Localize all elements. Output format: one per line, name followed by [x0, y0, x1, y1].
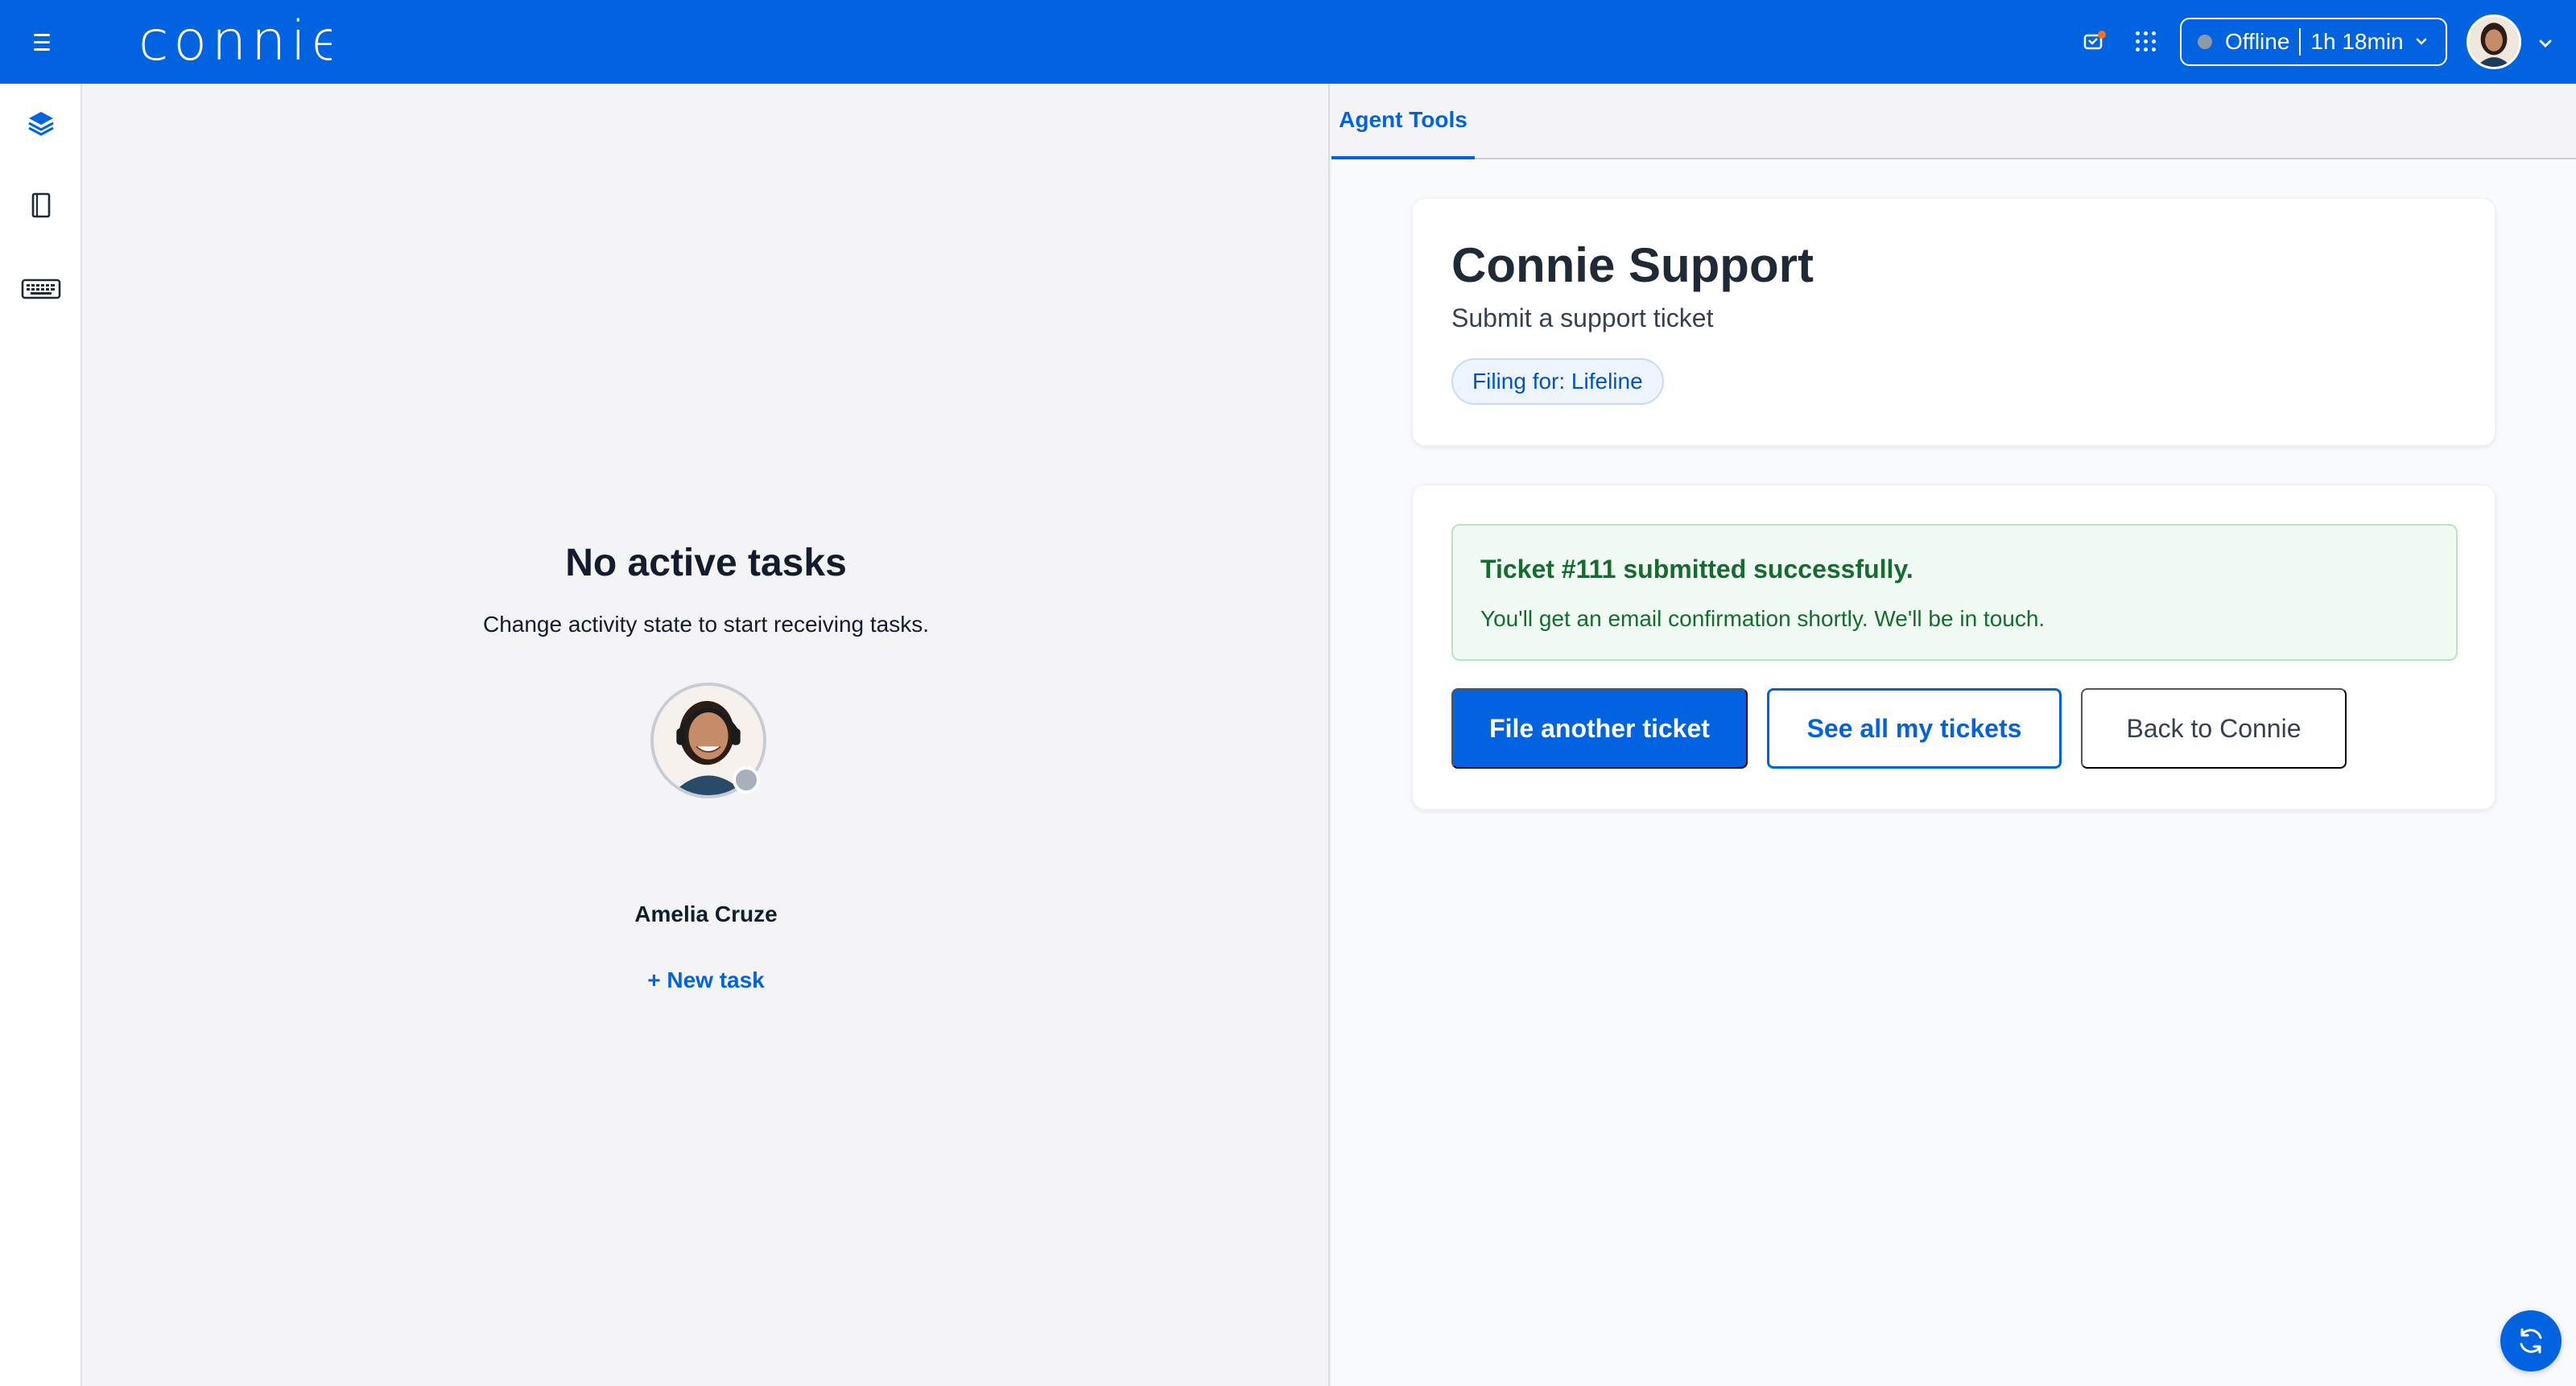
app-grid-icon[interactable] — [2133, 29, 2157, 53]
see-all-tickets-button[interactable]: See all my tickets — [1767, 688, 2062, 769]
task-list-panel: No active tasks Change activity state to… — [82, 84, 1330, 1386]
svg-text:connie: connie — [138, 10, 332, 73]
user-avatar[interactable] — [2467, 14, 2521, 69]
empty-state-title: No active tasks — [565, 542, 847, 584]
activity-status-dropdown[interactable]: Offline 1h 18min — [2180, 18, 2447, 66]
success-alert-body: You'll get an email confirmation shortly… — [1480, 606, 2046, 631]
connie-logo-mark: connie — [138, 10, 345, 73]
refresh-icon[interactable] — [2500, 1310, 2562, 1372]
success-alert-title: Ticket #111 submitted successfully. — [1480, 555, 1913, 584]
file-another-ticket-button[interactable]: File another ticket — [1451, 688, 1748, 769]
tab-bar: Agent Tools — [1331, 84, 2576, 159]
support-subtitle: Submit a support ticket — [1451, 303, 1714, 332]
status-dot — [2198, 35, 2212, 49]
chevron-down-icon[interactable] — [2536, 34, 2555, 53]
agent-name: Amelia Cruze — [634, 901, 778, 926]
ticket-result-card: Ticket #111 submitted successfully. You'… — [1412, 485, 2496, 810]
status-duration: 1h 18min — [2310, 29, 2404, 54]
empty-state-subtitle: Change activity state to start receiving… — [482, 612, 930, 637]
status-label: Offline — [2225, 29, 2290, 54]
success-alert: Ticket #111 submitted successfully. You'… — [1451, 524, 2458, 661]
top-bar: connie Offline 1h 18min — [0, 0, 2576, 84]
layers-icon[interactable] — [18, 100, 64, 146]
filing-for-badge: Filing for: Lifeline — [1451, 358, 1664, 405]
new-task-link[interactable]: + New task — [82, 967, 1330, 993]
support-header-card: Connie Support Submit a support ticket F… — [1412, 198, 2496, 446]
agent-status-indicator — [733, 766, 760, 794]
menu-icon[interactable] — [29, 26, 55, 58]
back-to-connie-button[interactable]: Back to Connie — [2081, 688, 2347, 769]
avatar-image — [2469, 17, 2519, 67]
notification-icon[interactable] — [2082, 29, 2107, 55]
side-rail — [0, 84, 82, 1386]
notebook-icon[interactable] — [18, 182, 64, 229]
support-title: Connie Support — [1451, 238, 1814, 292]
chevron-down-icon — [2416, 38, 2426, 45]
keyboard-icon[interactable] — [18, 266, 64, 312]
agent-tools-panel: Agent Tools Connie Support Submit a supp… — [1331, 84, 2576, 1386]
connie-logo: connie — [138, 10, 345, 74]
tab-agent-tools[interactable]: Agent Tools — [1331, 84, 1475, 159]
